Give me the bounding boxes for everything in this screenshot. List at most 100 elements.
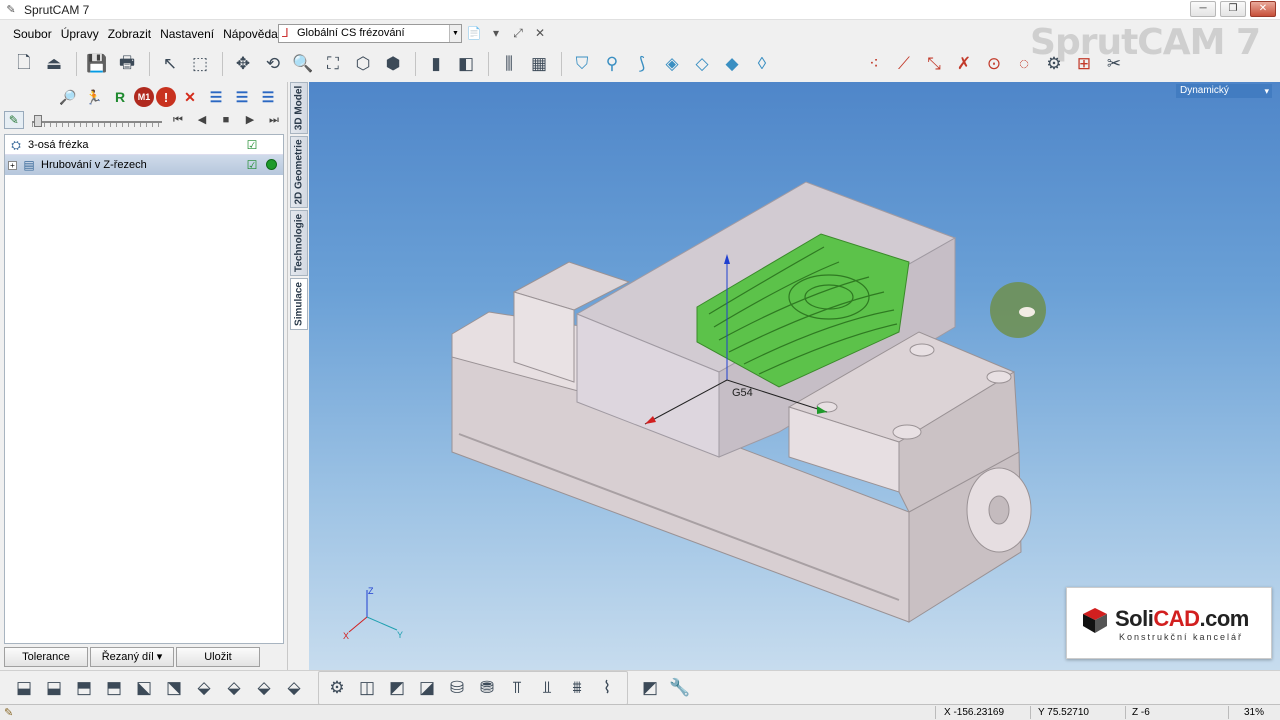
slider-thumb[interactable] bbox=[33, 115, 42, 127]
delete-icon[interactable]: ✕ bbox=[178, 85, 202, 109]
skip-end-icon[interactable]: ⏭ bbox=[264, 111, 284, 129]
show-holder-icon[interactable]: ⫪ bbox=[503, 674, 531, 702]
show-fixture-icon[interactable]: ◪ bbox=[413, 674, 441, 702]
tab-simulation[interactable]: Simulace bbox=[290, 278, 308, 330]
shading-icon[interactable]: ◧ bbox=[452, 50, 480, 78]
pencil-icon[interactable]: ✎ bbox=[4, 111, 24, 129]
play-icon[interactable]: ▶ bbox=[240, 111, 260, 129]
snap-point-icon[interactable]: ⛉ bbox=[568, 50, 596, 78]
transform-icon[interactable]: ⚙ bbox=[1040, 50, 1068, 78]
reset-icon[interactable]: R bbox=[108, 85, 132, 109]
zoom-operation-icon[interactable]: 🔎 bbox=[56, 85, 80, 109]
view-3d-icon[interactable]: ⬢ bbox=[379, 50, 407, 78]
3d-viewport[interactable]: Dynamický ▾ G54 Z X Y SoliCAD.com Konstr… bbox=[309, 82, 1280, 670]
snap-surface-icon[interactable]: ◆ bbox=[718, 50, 746, 78]
triad-y-label: Y bbox=[397, 630, 403, 640]
view-bottom-icon[interactable]: ⬔ bbox=[160, 674, 188, 702]
m1-stop-icon[interactable]: M1 bbox=[134, 87, 154, 107]
open-file-icon[interactable]: ⏏ bbox=[40, 50, 68, 78]
show-stock-icon[interactable]: ◩ bbox=[383, 674, 411, 702]
tab-2d-geometry[interactable]: 2D Geometrie bbox=[290, 136, 308, 208]
view-iso1-icon[interactable]: ⬙ bbox=[190, 674, 218, 702]
minimize-button[interactable]: ─ bbox=[1190, 1, 1216, 17]
select-arrow-icon[interactable]: ↖ bbox=[156, 50, 184, 78]
edit-cs-icon[interactable]: ⤢ bbox=[510, 24, 526, 42]
show-workpiece-icon[interactable]: ◫ bbox=[353, 674, 381, 702]
tolerance-button[interactable]: Tolerance bbox=[4, 647, 88, 667]
circle-icon[interactable]: ⊙ bbox=[980, 50, 1008, 78]
show-machine-icon[interactable]: ⚙ bbox=[323, 674, 351, 702]
checked-icon[interactable]: ☑ bbox=[245, 138, 259, 152]
dropdown-icon[interactable]: ▾ bbox=[488, 24, 504, 42]
line-icon[interactable]: ⟋ bbox=[890, 50, 918, 78]
menu-soubor[interactable]: Soubor bbox=[10, 22, 55, 46]
view-iso2-icon[interactable]: ⬙ bbox=[220, 674, 248, 702]
show-tool-icon[interactable]: ⛃ bbox=[473, 674, 501, 702]
print-icon[interactable]: 🖶 bbox=[113, 50, 141, 78]
segment-icon[interactable]: ⤡ bbox=[920, 50, 948, 78]
run-icon[interactable]: 🏃 bbox=[82, 85, 106, 109]
snap-curve-icon[interactable]: ⟆ bbox=[628, 50, 656, 78]
snap-node-icon[interactable]: ⚲ bbox=[598, 50, 626, 78]
coordinate-system-select[interactable]: ⅃ Globální CS frézování ▼ bbox=[278, 24, 462, 43]
calculator-icon[interactable]: ▦ bbox=[525, 50, 553, 78]
zoom-fit-icon[interactable]: ⛶ bbox=[319, 50, 347, 78]
cut-part-button[interactable]: Řezaný díl ▾ bbox=[90, 647, 174, 667]
zoom-icon[interactable]: 🔍 bbox=[289, 50, 317, 78]
stop-icon[interactable]: ■ bbox=[216, 111, 236, 129]
maximize-button[interactable]: ❐ bbox=[1220, 1, 1246, 17]
menu-upravy[interactable]: Úpravy bbox=[58, 22, 102, 46]
wrench-icon[interactable]: 🔧 bbox=[666, 674, 694, 702]
measure-icon[interactable]: ⫼ bbox=[495, 50, 523, 78]
snap-face-icon[interactable]: ◈ bbox=[658, 50, 686, 78]
list-up-icon[interactable]: ☰ bbox=[230, 85, 254, 109]
new-cs-icon[interactable]: 📄 bbox=[466, 24, 482, 42]
view-iso4-icon[interactable]: ⬙ bbox=[280, 674, 308, 702]
view-top-icon[interactable]: ⬕ bbox=[130, 674, 158, 702]
delete-cs-icon[interactable]: ✕ bbox=[532, 24, 548, 42]
checked-icon[interactable]: ☑ bbox=[245, 158, 259, 172]
snap-edge-icon[interactable]: ◇ bbox=[688, 50, 716, 78]
rotate-icon[interactable]: ⟲ bbox=[259, 50, 287, 78]
close-button[interactable]: ✕ bbox=[1250, 1, 1276, 17]
section-icon[interactable]: ◩ bbox=[636, 674, 664, 702]
skip-start-icon[interactable]: ⏮ bbox=[168, 111, 188, 129]
menu-nastaveni[interactable]: Nastavení bbox=[157, 22, 217, 46]
show-spindle-icon[interactable]: ⫫ bbox=[533, 674, 561, 702]
expand-icon[interactable]: + bbox=[8, 160, 17, 170]
new-file-icon[interactable]: 🗋 bbox=[10, 50, 38, 78]
save-part-button[interactable]: Uložit bbox=[176, 647, 260, 667]
tab-3d-model[interactable]: 3D Model bbox=[290, 82, 308, 134]
show-toolpath-icon[interactable]: ⛁ bbox=[443, 674, 471, 702]
view-iso-icon[interactable]: ⬡ bbox=[349, 50, 377, 78]
arc-icon[interactable]: ◌ bbox=[1010, 50, 1038, 78]
list-icon[interactable]: ☰ bbox=[204, 85, 228, 109]
view-back-icon[interactable]: ⬓ bbox=[40, 674, 68, 702]
simulation-speed-slider[interactable] bbox=[31, 113, 162, 127]
warning-icon[interactable]: ! bbox=[156, 87, 176, 107]
grid-icon[interactable]: ⊞ bbox=[1070, 50, 1098, 78]
save-icon[interactable]: 💾 bbox=[83, 50, 111, 78]
show-chip-icon[interactable]: ⌇ bbox=[593, 674, 621, 702]
menu-napoveda[interactable]: Nápověda bbox=[220, 22, 281, 46]
view-left-icon[interactable]: ⬒ bbox=[70, 674, 98, 702]
pan-icon[interactable]: ✥ bbox=[229, 50, 257, 78]
list-down-icon[interactable]: ☰ bbox=[256, 85, 280, 109]
chevron-down-icon[interactable]: ▼ bbox=[449, 25, 461, 42]
tree-item-machine[interactable]: ⛭ 3-osá frézka ☑ bbox=[5, 135, 283, 155]
view-iso3-icon[interactable]: ⬙ bbox=[250, 674, 278, 702]
tab-technology[interactable]: Technologie bbox=[290, 210, 308, 276]
view-front-icon[interactable]: ⬓ bbox=[10, 674, 38, 702]
point-icon[interactable]: ⁖ bbox=[860, 50, 888, 78]
step-back-icon[interactable]: ◀ bbox=[192, 111, 212, 129]
snap-solid-icon[interactable]: ◊ bbox=[748, 50, 776, 78]
show-table-icon[interactable]: ⩩ bbox=[563, 674, 591, 702]
view-right-icon[interactable]: ⬒ bbox=[100, 674, 128, 702]
trim-icon[interactable]: ✂ bbox=[1100, 50, 1128, 78]
cylinder-icon[interactable]: ▮ bbox=[422, 50, 450, 78]
solicad-logo: SoliCAD.com Konstrukční kancelář bbox=[1066, 587, 1272, 659]
menu-zobrazit[interactable]: Zobrazit bbox=[105, 22, 154, 46]
select-box-icon[interactable]: ⬚ bbox=[186, 50, 214, 78]
cross-icon[interactable]: ✗ bbox=[950, 50, 978, 78]
tree-item-operation[interactable]: + ▤ Hrubování v Z-řezech ☑ bbox=[5, 155, 283, 175]
